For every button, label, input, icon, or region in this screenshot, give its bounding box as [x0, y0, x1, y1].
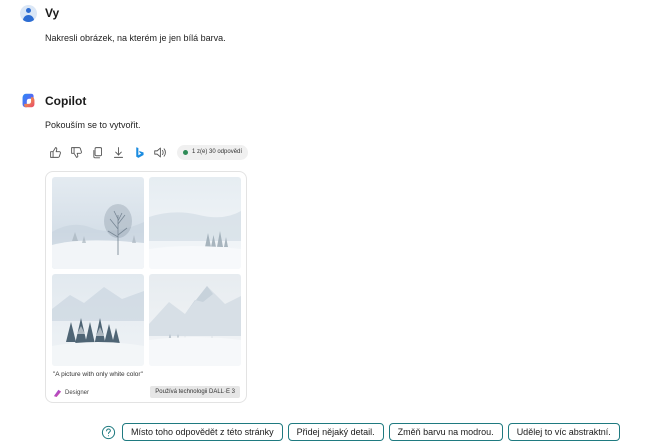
- designer-icon: [53, 389, 62, 397]
- designer-label: Designer: [65, 389, 90, 396]
- chat-page: Vy Nakresli obrázek, na kterém je jen bí…: [0, 0, 650, 448]
- thumbs-down-icon[interactable]: [69, 145, 83, 159]
- thumbs-up-icon[interactable]: [48, 145, 62, 159]
- generated-images-card: "A picture with only white color" Design…: [45, 171, 247, 403]
- bing-icon[interactable]: [132, 145, 146, 159]
- suggestion-chip-4[interactable]: Udělej to víc abstraktní.: [507, 423, 620, 441]
- speaker-icon[interactable]: [153, 145, 167, 159]
- copilot-name: Copilot: [45, 94, 87, 108]
- generated-image-4[interactable]: [149, 274, 241, 366]
- copy-icon[interactable]: [90, 145, 104, 159]
- copilot-message-text: Pokouším se to vytvořit.: [45, 120, 141, 130]
- download-icon[interactable]: [111, 145, 125, 159]
- dalle-tag: Používá technologii DALL·E 3: [150, 386, 240, 398]
- generated-image-2[interactable]: [149, 177, 241, 269]
- suggestion-chip-2[interactable]: Přidej nějaký detail.: [287, 423, 384, 441]
- image-prompt-caption: "A picture with only white color": [53, 371, 143, 378]
- copilot-logo-icon: [22, 93, 35, 108]
- generated-image-3[interactable]: [52, 274, 144, 366]
- designer-link[interactable]: Designer: [53, 388, 89, 397]
- response-action-bar: 1 z(e) 30 odpovědí: [48, 144, 249, 160]
- suggestion-bar: Místo toho odpovědět z této stránky Přid…: [101, 423, 625, 441]
- response-counter-text: 1 z(e) 30 odpovědí: [192, 149, 243, 155]
- help-icon[interactable]: [101, 425, 116, 440]
- user-message-text: Nakresli obrázek, na kterém je jen bílá …: [45, 33, 226, 43]
- user-avatar-icon: [20, 5, 37, 22]
- suggestion-chip-1[interactable]: Místo toho odpovědět z této stránky: [122, 423, 283, 441]
- status-dot-icon: [183, 149, 188, 155]
- user-name: Vy: [45, 6, 60, 20]
- suggestion-chip-3[interactable]: Změň barvu na modrou.: [388, 423, 503, 441]
- response-counter-badge: 1 z(e) 30 odpovědí: [177, 144, 249, 160]
- generated-image-1[interactable]: [52, 177, 144, 269]
